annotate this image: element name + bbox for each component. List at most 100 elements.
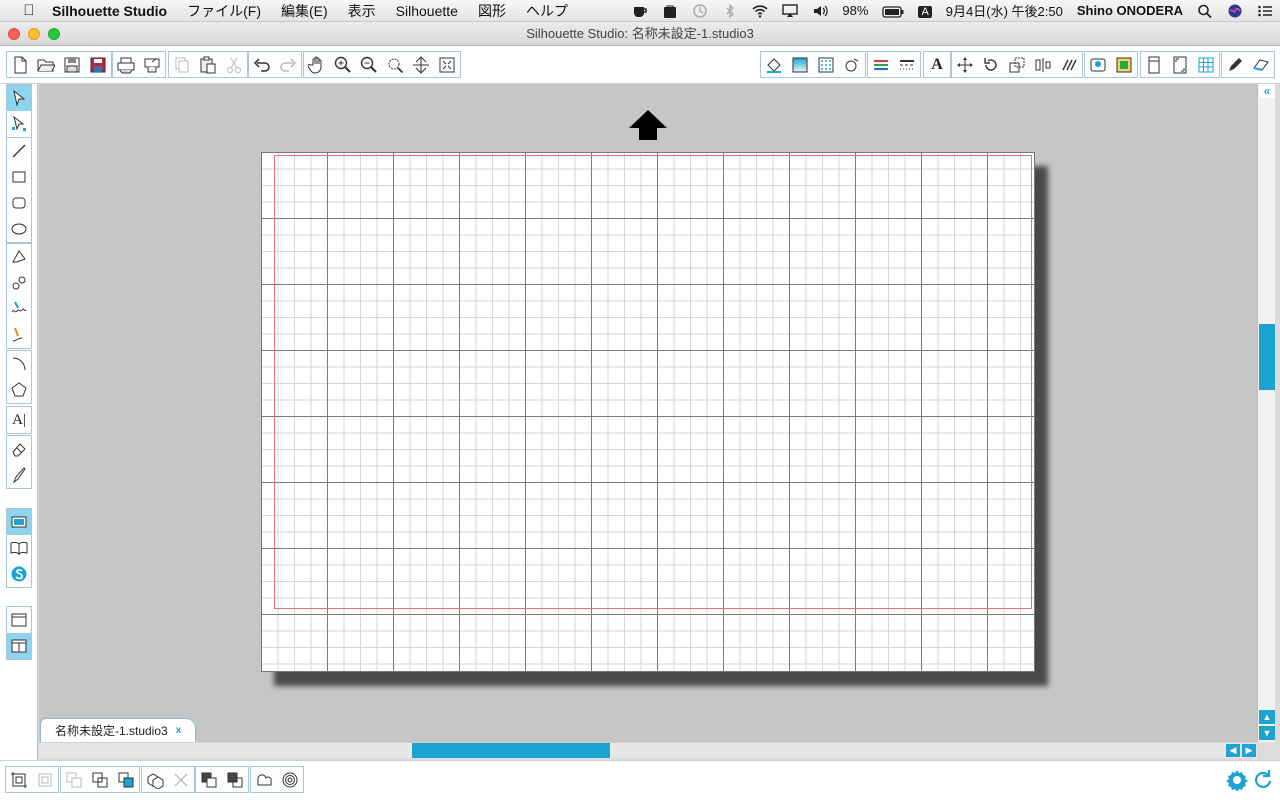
sketch-icon[interactable] <box>1222 52 1248 77</box>
smooth-freehand-tool-icon[interactable] <box>7 322 31 348</box>
send-backward-icon[interactable] <box>196 767 222 792</box>
menu-app-name[interactable]: Silhouette Studio <box>44 3 177 19</box>
bring-to-front-icon[interactable] <box>113 767 139 792</box>
cutting-mat-page[interactable] <box>261 152 1035 672</box>
vertical-scrollbar[interactable]: « ▲ ▼ <box>1257 84 1275 742</box>
window-minimize-button[interactable] <box>28 28 40 40</box>
line-color-icon[interactable] <box>868 52 894 77</box>
horizontal-scrollbar[interactable]: ◀ ▶ <box>39 742 1257 758</box>
menu-help[interactable]: ヘルプ <box>516 1 578 21</box>
close-tab-icon[interactable]: x <box>176 719 182 743</box>
siri-icon[interactable] <box>1220 3 1250 19</box>
save-icon[interactable] <box>59 52 85 77</box>
open-folder-icon[interactable] <box>33 52 59 77</box>
window-zoom-button[interactable] <box>48 28 60 40</box>
fill-pattern-icon[interactable] <box>813 52 839 77</box>
bluetooth-icon[interactable] <box>715 3 745 19</box>
scroll-left-arrow-icon[interactable]: ◀ <box>1226 744 1240 757</box>
apple-icon[interactable]:  <box>14 2 44 19</box>
pan-hand-icon[interactable] <box>304 52 330 77</box>
menu-edit[interactable]: 編集(E) <box>271 1 338 21</box>
user-name[interactable]: Shino ONODERA <box>1070 3 1190 18</box>
page-setup-icon[interactable] <box>1141 52 1167 77</box>
airplay-icon[interactable] <box>775 3 805 19</box>
polygon-tool-icon[interactable] <box>7 244 31 270</box>
registration-marks-icon[interactable] <box>1167 52 1193 77</box>
zoom-in-icon[interactable] <box>330 52 356 77</box>
new-document-icon[interactable] <box>7 52 33 77</box>
ungroup-icon[interactable] <box>32 767 58 792</box>
library-icon[interactable] <box>7 535 31 561</box>
copy-icon[interactable] <box>169 52 195 77</box>
fill-color-icon[interactable] <box>761 52 787 77</box>
offset-icon[interactable] <box>1085 52 1111 77</box>
scroll-up-arrow-icon[interactable]: ▲ <box>1259 710 1275 724</box>
zoom-drag-icon[interactable] <box>408 52 434 77</box>
vertical-scroll-thumb[interactable] <box>1259 324 1275 390</box>
regular-polygon-tool-icon[interactable] <box>7 377 31 403</box>
replicate-icon[interactable] <box>1056 52 1082 77</box>
scroll-right-arrow-icon[interactable]: ▶ <box>1242 744 1256 757</box>
spotlight-search-icon[interactable] <box>1190 3 1220 19</box>
rectangle-tool-icon[interactable] <box>7 164 31 190</box>
rotate-icon[interactable] <box>978 52 1004 77</box>
knife-tool-icon[interactable] <box>7 462 31 488</box>
release-compound-path-icon[interactable] <box>87 767 113 792</box>
move-icon[interactable] <box>952 52 978 77</box>
save-to-library-icon[interactable] <box>85 52 111 77</box>
send-icon[interactable] <box>1248 52 1274 77</box>
menu-file[interactable]: ファイル(F) <box>177 1 271 21</box>
edit-points-icon[interactable] <box>7 111 31 137</box>
rounded-rectangle-tool-icon[interactable] <box>7 190 31 216</box>
zoom-select-icon[interactable] <box>382 52 408 77</box>
menu-view[interactable]: 表示 <box>338 1 386 21</box>
clock[interactable]: 9月4日(水) 午後2:50 <box>939 1 1070 20</box>
curve-tool-icon[interactable] <box>7 270 31 296</box>
design-view-icon[interactable] <box>7 509 31 535</box>
undo-icon[interactable] <box>249 52 275 77</box>
coffee-icon[interactable] <box>625 3 655 19</box>
battery-icon[interactable] <box>875 3 911 18</box>
text-style-icon[interactable]: A <box>924 52 950 77</box>
window-close-button[interactable] <box>8 28 20 40</box>
input-method-icon[interactable]: A <box>911 3 938 18</box>
duplicate-icon[interactable] <box>142 767 168 792</box>
fit-to-page-icon[interactable] <box>434 52 460 77</box>
weld-icon[interactable] <box>251 767 277 792</box>
text-tool-icon[interactable]: A| <box>7 407 31 433</box>
line-style-icon[interactable] <box>894 52 920 77</box>
document-tab[interactable]: 名称未設定-1.studio3 x <box>40 718 197 743</box>
notification-center-icon[interactable] <box>1250 3 1280 19</box>
split-view-icon[interactable] <box>7 633 31 659</box>
paste-icon[interactable] <box>195 52 221 77</box>
select-arrow-icon[interactable] <box>7 85 31 111</box>
scroll-down-arrow-icon[interactable]: ▼ <box>1259 726 1275 740</box>
align-icon[interactable] <box>1030 52 1056 77</box>
menu-silhouette[interactable]: Silhouette <box>386 3 468 19</box>
shadow-icon[interactable] <box>839 52 865 77</box>
ellipse-tool-icon[interactable] <box>7 216 31 242</box>
offset-rings-icon[interactable] <box>277 767 303 792</box>
time-machine-icon[interactable] <box>685 3 715 19</box>
print-icon[interactable] <box>113 52 139 77</box>
eraser-tool-icon[interactable] <box>7 436 31 462</box>
wifi-icon[interactable] <box>745 3 775 19</box>
delete-icon[interactable] <box>168 767 194 792</box>
bag-icon[interactable] <box>655 3 685 19</box>
freehand-tool-icon[interactable] <box>7 296 31 322</box>
group-icon[interactable] <box>6 767 32 792</box>
scale-icon[interactable] <box>1004 52 1030 77</box>
bring-forward-icon[interactable] <box>222 767 248 792</box>
zoom-out-icon[interactable] <box>356 52 382 77</box>
silhouette-store-icon[interactable] <box>7 561 31 587</box>
horizontal-scroll-thumb[interactable] <box>412 743 610 758</box>
fill-gradient-icon[interactable] <box>787 52 813 77</box>
cut-icon[interactable] <box>221 52 247 77</box>
collapse-panel-icon[interactable]: « <box>1259 84 1275 98</box>
settings-gear-icon[interactable] <box>1226 769 1248 796</box>
line-tool-icon[interactable] <box>7 138 31 164</box>
single-view-icon[interactable] <box>7 607 31 633</box>
design-canvas[interactable] <box>39 84 1257 742</box>
make-compound-path-icon[interactable] <box>61 767 87 792</box>
send-to-silhouette-icon[interactable] <box>139 52 165 77</box>
